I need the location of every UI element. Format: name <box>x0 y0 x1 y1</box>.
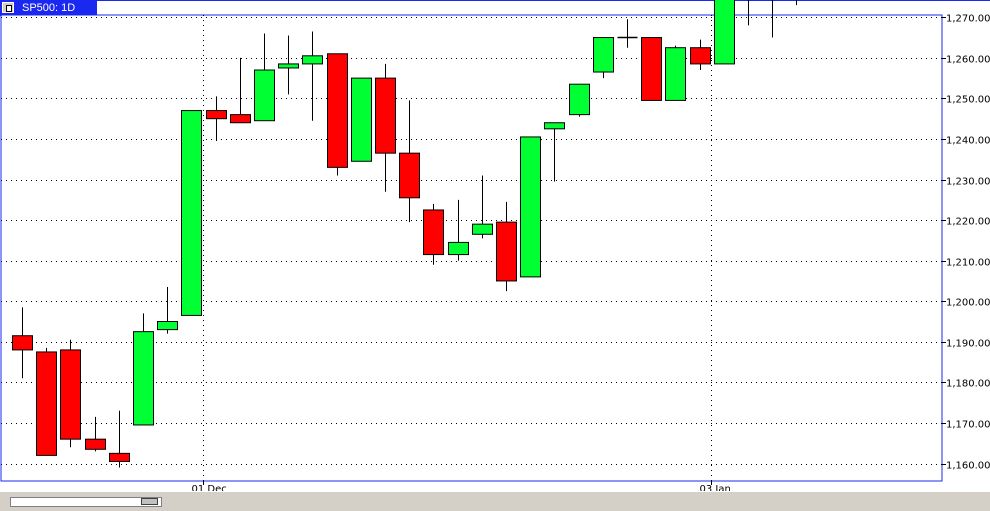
y-tick-label: 1,230.00 <box>946 177 990 188</box>
candle-body[interactable] <box>569 83 590 116</box>
y-tick-label: 1,260.00 <box>946 55 990 66</box>
candle-body[interactable] <box>520 136 541 278</box>
y-tick-label: 1,160.00 <box>946 461 990 472</box>
candle-body[interactable] <box>714 0 735 65</box>
candle-body[interactable] <box>641 37 662 101</box>
y-tick-label: 1,210.00 <box>946 258 990 269</box>
candle-body[interactable] <box>496 221 517 282</box>
candle-body[interactable] <box>665 47 686 101</box>
candle-body[interactable] <box>133 331 154 426</box>
candlestick-chart[interactable]: 1,160.00 1,170.00 1,180.00 1,190.00 1,200.00… <box>0 0 990 491</box>
scrollbar-track[interactable] <box>10 497 162 507</box>
candle-body[interactable] <box>351 77 372 162</box>
candle-body[interactable] <box>423 209 444 256</box>
x-tick-label: 03 Jan <box>700 484 731 491</box>
candle-body[interactable] <box>278 63 299 69</box>
candle-body[interactable] <box>593 37 614 73</box>
y-tick-label: 1,250.00 <box>946 95 990 106</box>
candle-body[interactable] <box>472 223 493 235</box>
candle-body[interactable] <box>85 438 106 450</box>
candle-body[interactable] <box>181 110 202 316</box>
candle-body[interactable] <box>544 122 565 130</box>
horizontal-scrollbar[interactable] <box>0 491 990 511</box>
candle-body[interactable] <box>448 241 469 256</box>
scrollbar-thumb[interactable] <box>141 498 158 505</box>
y-tick-label: 1,270.00 <box>946 14 990 25</box>
candle-body[interactable] <box>230 114 251 124</box>
candle-body[interactable] <box>12 335 33 351</box>
y-tick-label: 1,180.00 <box>946 379 990 390</box>
candle-body[interactable] <box>109 452 130 462</box>
y-tick-label: 1,200.00 <box>946 298 990 309</box>
candle-body[interactable] <box>60 349 81 440</box>
candle-body[interactable] <box>690 47 711 65</box>
y-tick-label: 1,190.00 <box>946 339 990 350</box>
candle-body[interactable] <box>36 351 57 456</box>
candle-body[interactable] <box>254 69 275 122</box>
candle-body[interactable] <box>302 55 323 65</box>
candle-body[interactable] <box>157 321 178 331</box>
candle-body[interactable] <box>327 53 348 168</box>
candle-body[interactable] <box>399 152 420 199</box>
candle-body[interactable] <box>206 110 227 120</box>
y-tick-label: 1,220.00 <box>946 217 990 228</box>
y-tick-label: 1,170.00 <box>946 420 990 431</box>
x-tick-label: 01 Dec <box>192 484 227 491</box>
candle-body[interactable] <box>375 77 396 154</box>
y-tick-label: 1,240.00 <box>946 136 990 147</box>
